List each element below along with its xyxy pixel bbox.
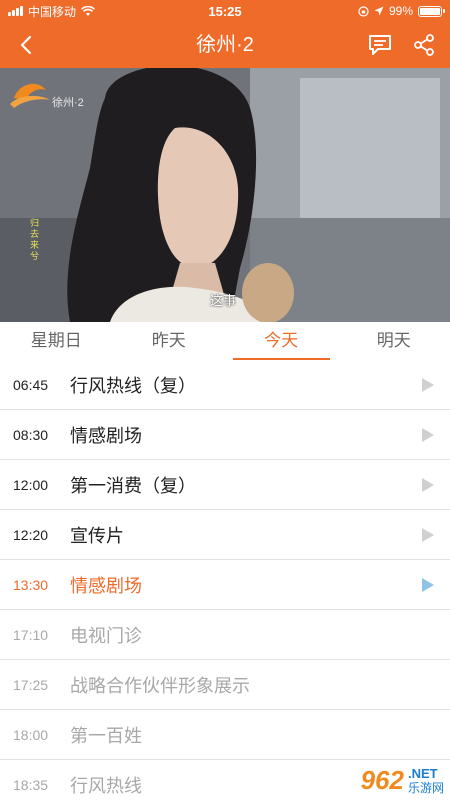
schedule-row[interactable]: 12:00 第一消费（复） (0, 460, 450, 510)
program-time: 08:30 (13, 426, 49, 443)
watermark-logo: 962 (360, 765, 404, 795)
watermark-name: 乐游网 (407, 780, 444, 795)
program-title: 电视门诊 (70, 625, 142, 646)
program-title: 行风热线（复） (70, 375, 196, 396)
day-tabs: 星期日 昨天 今天 明天 (0, 322, 450, 360)
channel-logo: 徐州·2 (52, 97, 84, 109)
status-left: 中国移动 (8, 3, 158, 20)
schedule-list: 06:45 行风热线（复） 08:30 情感剧场 12:00 第一消费（复） 1… (0, 360, 450, 800)
back-chevron-icon (20, 35, 32, 55)
nav-bar: 徐州·2 (0, 22, 450, 68)
program-title: 情感剧场 (70, 425, 142, 446)
program-title: 第一百姓 (70, 725, 142, 746)
schedule-row: 17:10 电视门诊 (0, 610, 450, 660)
play-icon[interactable] (422, 528, 434, 542)
carrier-label: 中国移动 (28, 4, 77, 19)
watermark-site: .NET (407, 765, 438, 781)
video-player[interactable]: 徐州·2 归去来兮 这事 (0, 68, 450, 322)
status-bar: 中国移动 15:25 99% (0, 0, 450, 22)
program-time: 13:30 (13, 576, 49, 593)
wifi-icon (81, 5, 95, 16)
comment-button[interactable] (366, 31, 394, 59)
tab-yesterday[interactable]: 昨天 (113, 322, 226, 360)
location-icon (374, 6, 384, 16)
schedule-row: 18:00 第一百姓 (0, 710, 450, 760)
program-title: 战略合作伙伴形象展示 (70, 675, 250, 696)
play-icon[interactable] (422, 428, 434, 442)
battery-percent: 99% (388, 4, 413, 18)
battery-fill (420, 7, 440, 15)
status-time: 15:25 (208, 3, 242, 19)
schedule-row[interactable]: 12:20 宣传片 (0, 510, 450, 560)
tab-today[interactable]: 今天 (225, 322, 338, 360)
program-time: 06:45 (13, 376, 49, 393)
signal-icon (8, 6, 23, 16)
status-right: 99% (292, 4, 445, 18)
program-title: 第一消费（复） (70, 475, 196, 496)
program-time: 12:20 (13, 526, 49, 543)
program-title: 宣传片 (70, 525, 124, 546)
play-icon[interactable] (422, 578, 434, 592)
program-title: 情感剧场 (70, 575, 142, 596)
schedule-row-current[interactable]: 13:30 情感剧场 (0, 560, 450, 610)
play-icon[interactable] (422, 378, 434, 392)
orientation-lock-icon (358, 5, 369, 17)
program-time: 12:00 (13, 476, 49, 493)
tab-tomorrow[interactable]: 明天 (338, 322, 450, 360)
back-button[interactable] (12, 31, 40, 59)
program-time: 18:00 (13, 726, 49, 743)
comment-icon (369, 35, 391, 55)
play-icon[interactable] (422, 478, 434, 492)
schedule-row[interactable]: 06:45 行风热线（复） (0, 360, 450, 410)
program-time: 17:25 (13, 676, 49, 693)
share-button[interactable] (410, 31, 438, 59)
schedule-row: 17:25 战略合作伙伴形象展示 (0, 660, 450, 710)
video-subtitle: 这事 (210, 293, 237, 308)
watermark: 962 .NET 乐游网 (361, 765, 444, 796)
vertical-caption: 归去来兮 (30, 218, 40, 261)
battery-icon (418, 5, 445, 17)
tab-sunday[interactable]: 星期日 (0, 322, 113, 360)
share-icon (414, 34, 434, 56)
watermark-text: .NET 乐游网 (407, 765, 444, 795)
program-time: 17:10 (13, 626, 49, 643)
program-time: 18:35 (13, 776, 49, 793)
schedule-row[interactable]: 08:30 情感剧场 (0, 410, 450, 460)
